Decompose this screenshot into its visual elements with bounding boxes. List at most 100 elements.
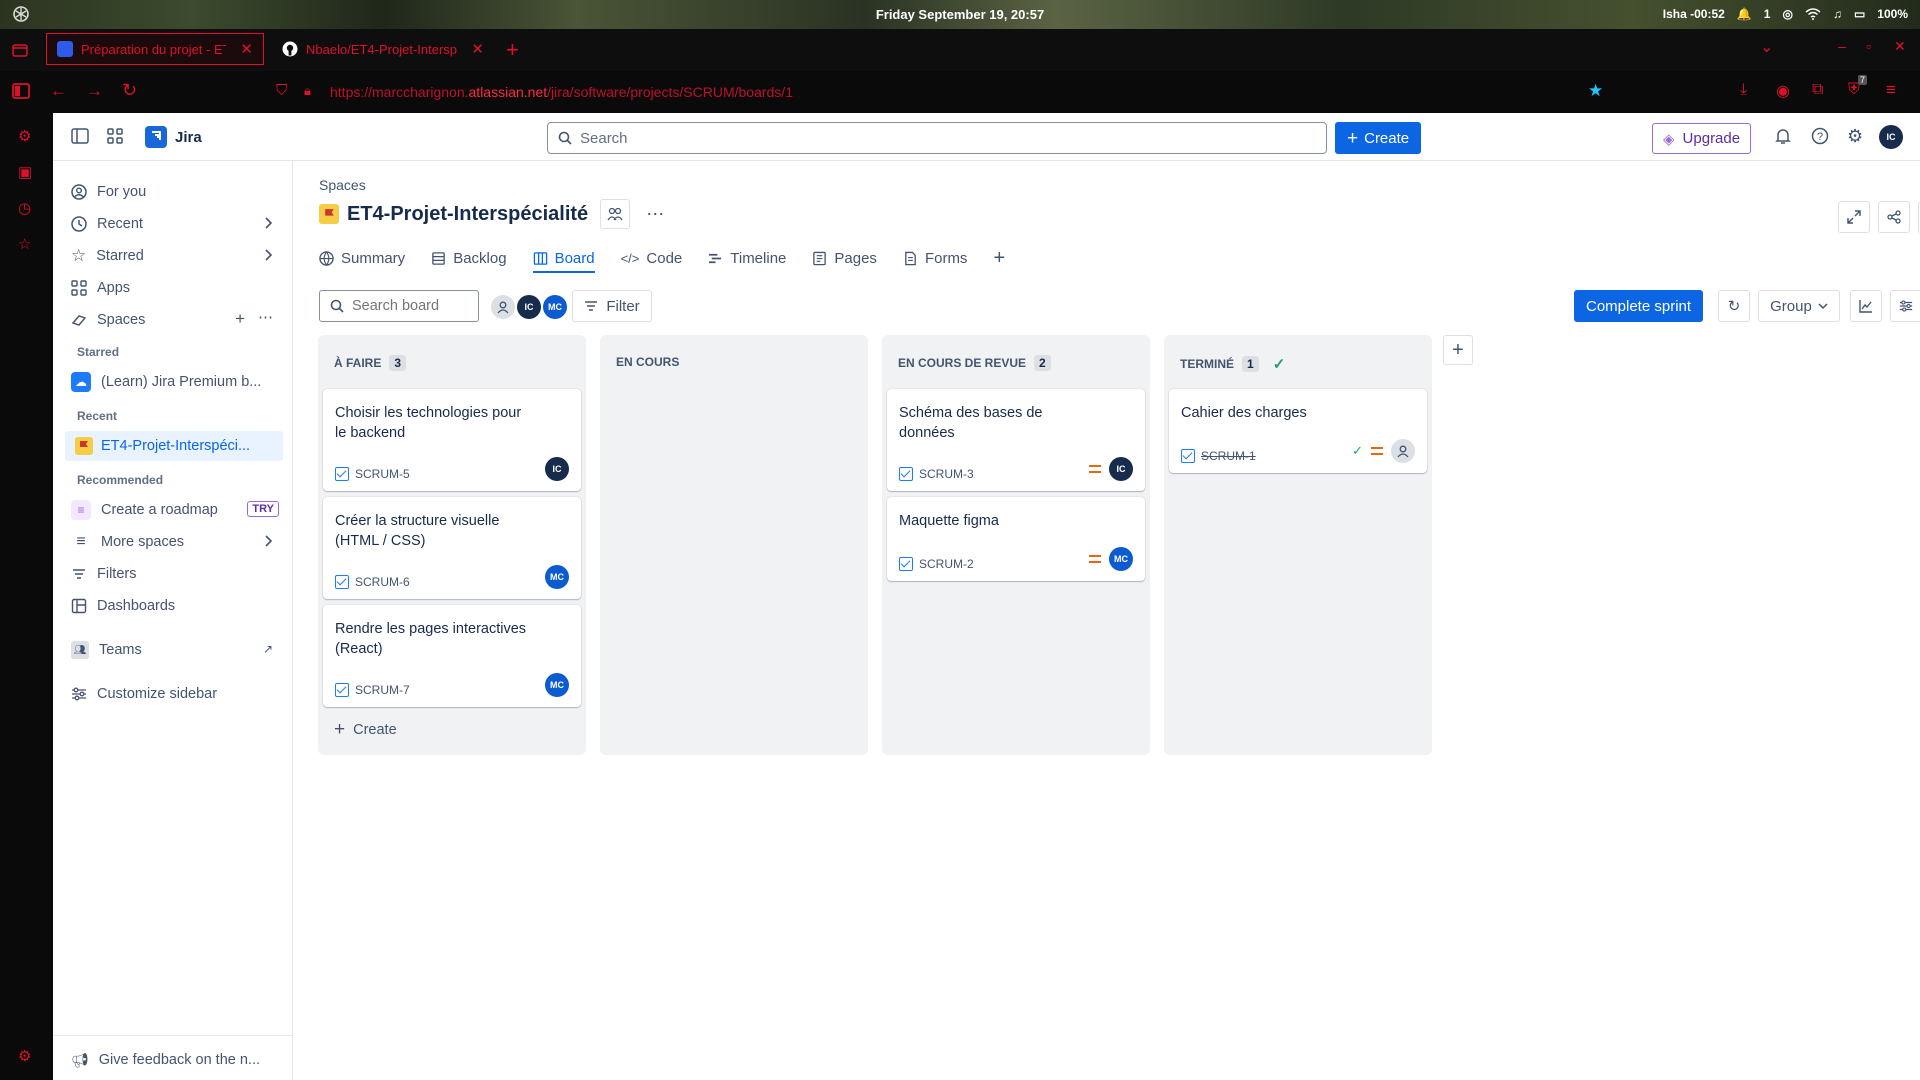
share-icon[interactable] xyxy=(1878,201,1910,233)
issue-card[interactable]: Schéma des bases de données SCRUM-3 IC xyxy=(887,389,1145,491)
panel-history-icon[interactable]: ◷ xyxy=(18,199,31,217)
issue-card[interactable]: Maquette figma SCRUM-2 MC xyxy=(887,497,1145,581)
browser-tab-jira[interactable]: Préparation du projet - ET4 ✕ xyxy=(46,33,264,65)
add-column-button[interactable]: + xyxy=(1443,335,1473,365)
priority-medium-icon[interactable] xyxy=(1089,555,1101,563)
upgrade-button[interactable]: ◈ Upgrade xyxy=(1652,123,1752,154)
sidebar-item-create-roadmap[interactable]: ≡ Create a roadmap TRY xyxy=(71,497,281,523)
unassigned-avatar-icon[interactable] xyxy=(491,295,515,319)
tab-list-chevron-icon[interactable]: ⌄ xyxy=(1760,37,1773,57)
sidebar-item-filters[interactable]: Filters xyxy=(71,561,281,587)
filter-button[interactable]: Filter xyxy=(572,290,652,322)
close-tab-icon[interactable]: ✕ xyxy=(240,40,253,58)
back-arrow-icon[interactable]: ← xyxy=(50,81,67,101)
issue-key[interactable]: SCRUM-3 xyxy=(919,467,974,481)
tab-board[interactable]: Board xyxy=(532,243,595,273)
sprint-refresh-icon[interactable]: ↻ xyxy=(1718,290,1750,322)
bell-icon[interactable]: 🔔 xyxy=(1737,7,1752,21)
unassigned-avatar-icon[interactable] xyxy=(1391,439,1415,463)
chevron-right-icon[interactable] xyxy=(263,216,273,230)
create-button[interactable]: + Create xyxy=(1335,122,1422,154)
issue-card[interactable]: Rendre les pages interactives (React) SC… xyxy=(323,605,581,707)
battery-icon[interactable]: ▭ xyxy=(1854,7,1865,21)
add-tab-icon[interactable]: + xyxy=(993,244,1005,272)
tab-summary[interactable]: Summary xyxy=(319,244,405,272)
issue-card[interactable]: Choisir les technologies pour le backend… xyxy=(323,389,581,491)
extensions-icon[interactable]: ⧉ xyxy=(1812,81,1823,99)
complete-sprint-button[interactable]: Complete sprint xyxy=(1574,290,1704,322)
tab-overview-icon[interactable] xyxy=(12,42,28,58)
issue-key[interactable]: SCRUM-5 xyxy=(355,467,410,481)
more-options-icon[interactable]: ⋯ xyxy=(646,204,664,225)
close-window-icon[interactable]: ✕ xyxy=(1894,38,1906,55)
sidebar-item-apps[interactable]: Apps xyxy=(71,275,281,301)
global-search[interactable] xyxy=(547,122,1327,154)
panel-settings-icon[interactable]: ⚙ xyxy=(18,127,31,145)
priority-medium-icon[interactable] xyxy=(1371,447,1383,455)
issue-key[interactable]: SCRUM-6 xyxy=(355,575,410,589)
new-tab-icon[interactable]: + xyxy=(506,37,519,63)
sidebar-item-customize[interactable]: Customize sidebar xyxy=(71,681,281,707)
sidebar-item-for-you[interactable]: For you xyxy=(71,179,281,205)
column-header[interactable]: EN COURS xyxy=(616,355,679,369)
panel-bottom-settings-icon[interactable]: ⚙ xyxy=(18,1047,31,1065)
tab-backlog[interactable]: Backlog xyxy=(431,244,507,272)
chevron-right-icon[interactable] xyxy=(263,248,273,262)
settings-gear-icon[interactable]: ⚙ xyxy=(1847,126,1863,147)
sidebar-item-dashboards[interactable]: Dashboards xyxy=(71,593,281,619)
sidebar-item-more-spaces[interactable]: ≡ More spaces xyxy=(71,529,281,555)
view-settings-icon[interactable] xyxy=(1890,290,1920,322)
breadcrumb[interactable]: Spaces xyxy=(319,177,366,193)
help-circle-icon[interactable]: ◎ xyxy=(1782,7,1792,21)
tab-pages[interactable]: Pages xyxy=(812,244,877,272)
os-clock[interactable]: Friday September 19, 20:57 xyxy=(0,7,1920,22)
panel-bookmarks-icon[interactable]: ☆ xyxy=(18,235,31,253)
external-link-icon[interactable]: ↗ xyxy=(263,642,273,656)
team-icon[interactable] xyxy=(600,199,631,229)
reload-icon[interactable]: ↻ xyxy=(122,80,137,101)
jira-logo[interactable]: Jira xyxy=(145,126,202,148)
forward-arrow-icon[interactable]: → xyxy=(86,81,103,101)
collapse-sidebar-icon[interactable] xyxy=(71,128,89,144)
assignee-avatar[interactable]: IC xyxy=(545,457,569,481)
prayer-time[interactable]: Isha -00:52 xyxy=(1663,7,1725,21)
close-tab-icon[interactable]: ✕ xyxy=(471,40,484,58)
account-icon[interactable]: ◉ xyxy=(1776,81,1790,101)
bookmark-star-icon[interactable]: ★ xyxy=(1588,81,1603,101)
filter-avatar[interactable]: MC xyxy=(543,295,567,319)
sidebar-toggle-icon[interactable] xyxy=(12,83,30,99)
tab-forms[interactable]: Forms xyxy=(903,244,967,272)
assignee-avatar[interactable]: MC xyxy=(1109,547,1133,571)
panel-save-icon[interactable]: ▣ xyxy=(18,163,32,181)
assignee-avatar[interactable]: MC xyxy=(545,673,569,697)
board-search-input[interactable] xyxy=(352,298,472,314)
issue-key[interactable]: SCRUM-7 xyxy=(355,683,410,697)
tab-timeline[interactable]: Timeline xyxy=(708,244,786,272)
column-header[interactable]: À FAIRE 3 xyxy=(334,355,407,371)
create-issue-button[interactable]: + Create xyxy=(334,719,397,741)
sidebar-item-learn-premium[interactable]: ☁ (Learn) Jira Premium b... xyxy=(71,369,281,395)
sidebar-item-starred[interactable]: ☆ Starred xyxy=(71,243,281,269)
issue-card[interactable]: Cahier des charges SCRUM-1 ✓ xyxy=(1169,389,1427,473)
issue-key[interactable]: SCRUM-2 xyxy=(919,557,974,571)
issue-card[interactable]: Créer la structure visuelle (HTML / CSS)… xyxy=(323,497,581,599)
chevron-right-icon[interactable] xyxy=(263,534,273,548)
shield-icon[interactable]: ⛉ xyxy=(276,82,287,99)
menu-hamburger-icon[interactable]: ≡ xyxy=(1886,80,1896,100)
wifi-icon[interactable] xyxy=(1805,8,1821,20)
insights-chart-icon[interactable] xyxy=(1850,290,1882,322)
board-search[interactable] xyxy=(319,290,479,322)
sidebar-item-teams[interactable]: 👥︎ Teams ↗ xyxy=(71,637,281,663)
minimize-window-icon[interactable]: – xyxy=(1838,38,1846,54)
app-switcher-icon[interactable] xyxy=(107,128,123,144)
lock-icon[interactable]: 🔒︎ xyxy=(304,83,311,99)
ublock-icon[interactable]: ⛨ 7 xyxy=(1848,75,1868,99)
column-header[interactable]: TERMINÉ 1 ✓ xyxy=(1180,355,1285,373)
assignee-avatar[interactable]: MC xyxy=(545,565,569,589)
issue-key[interactable]: SCRUM-1 xyxy=(1201,449,1256,463)
column-header[interactable]: EN COURS DE REVUE 2 xyxy=(898,355,1051,371)
url-field[interactable]: https://marccharignon.atlassian.net/jira… xyxy=(330,84,793,100)
tab-code[interactable]: </> Code xyxy=(621,244,683,272)
group-dropdown[interactable]: Group xyxy=(1758,290,1840,322)
user-avatar[interactable]: IC xyxy=(1879,125,1903,149)
